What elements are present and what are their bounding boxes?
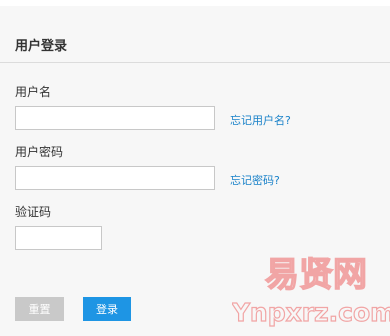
watermark-logo: 易贤网 Ynpxrz.com <box>232 254 390 327</box>
svg-text:Ynpxrz.com: Ynpxrz.com <box>232 298 390 327</box>
password-input[interactable] <box>15 166 215 190</box>
forgot-username-link[interactable]: 忘记用户名? <box>230 112 291 128</box>
top-bar <box>0 0 390 6</box>
svg-text:易贤网: 易贤网 <box>265 255 367 295</box>
password-label: 用户密码 <box>15 145 64 159</box>
captcha-label: 验证码 <box>15 205 52 219</box>
page-title: 用户登录 <box>15 39 68 54</box>
username-label: 用户名 <box>15 85 52 99</box>
forgot-password-link[interactable]: 忘记密码? <box>230 172 280 188</box>
username-input[interactable] <box>15 106 215 130</box>
reset-button[interactable]: 重置 <box>15 297 64 321</box>
captcha-input[interactable] <box>15 226 102 250</box>
title-divider <box>0 62 390 63</box>
login-button[interactable]: 登录 <box>83 297 131 321</box>
